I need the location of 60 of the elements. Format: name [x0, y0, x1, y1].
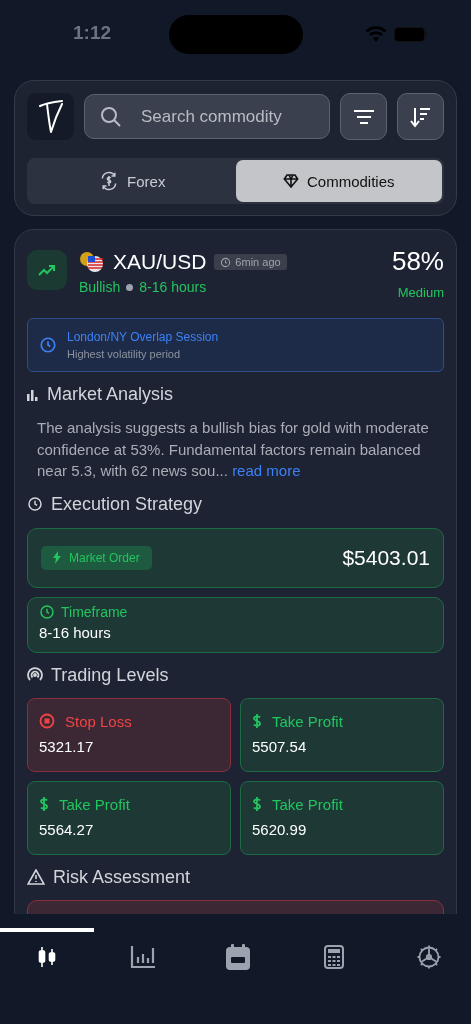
section-heading: Risk Assessment: [53, 866, 191, 888]
calendar-icon: [226, 944, 250, 970]
clock-icon: [39, 603, 55, 620]
stop-icon: [39, 713, 55, 729]
direction-label: Bullish: [79, 279, 121, 295]
confidence-value: 58%: [391, 246, 444, 277]
candlestick-icon: [38, 946, 56, 968]
timeframe-label: Timeframe: [61, 603, 128, 620]
level-label: Stop Loss: [65, 712, 132, 730]
search-field[interactable]: Search commodity: [84, 94, 330, 139]
clock-icon: [27, 496, 43, 512]
level-value: 5564.27: [39, 820, 95, 838]
trend-up-icon: [27, 250, 67, 290]
sort-icon: [409, 105, 432, 128]
segment-tab[interactable]: Forex: [29, 160, 236, 202]
wifi-icon: [365, 26, 387, 43]
symbol-title: XAU/USD: [113, 250, 207, 274]
search-icon: [99, 104, 123, 129]
filter-icon: [352, 109, 375, 124]
app-logo: [27, 93, 74, 140]
level-value: 5321.17: [39, 737, 95, 755]
level-value: 5507.54: [252, 737, 308, 755]
time-badge: 6min ago: [214, 254, 287, 270]
timeframe-value: 8-16 hours: [39, 623, 112, 641]
lightning-icon: [53, 551, 61, 564]
clock-icon: [220, 256, 232, 268]
warning-icon: [27, 869, 45, 885]
battery-icon: [394, 27, 428, 42]
diamond-icon: [283, 173, 299, 189]
session-subtitle: Highest volatility period: [67, 348, 182, 360]
analysis-text: The analysis suggests a bullish bias for gold with moderate confidence at 53%. Fundamental factors remain balanced near 5.3, with 62 news sou... read more: [37, 418, 430, 481]
session-title: London/NY Overlap Session: [67, 330, 219, 344]
level-value: 5620.99: [252, 820, 308, 838]
section-heading: Market Analysis: [47, 384, 174, 405]
dollar-icon: [252, 796, 262, 812]
price-value: $5403.01: [342, 545, 430, 570]
bar-chart-icon: [27, 388, 39, 401]
nav-tab[interactable]: [223, 942, 253, 972]
duration-label: 8-16 hours: [139, 279, 207, 295]
sort-button[interactable]: [397, 93, 444, 140]
section-heading: Trading Levels: [51, 664, 169, 686]
bar-chart-icon: [129, 945, 156, 969]
clock-icon: [39, 336, 57, 354]
separator-dot: [126, 283, 134, 291]
calculator-icon: [323, 945, 344, 969]
filter-button[interactable]: [340, 93, 387, 140]
settings-icon: [416, 944, 442, 970]
confidence-level: Medium: [397, 285, 444, 300]
section-heading: Execution Strategy: [51, 493, 203, 515]
flag-icon: [79, 251, 105, 273]
status-time: 1:12: [73, 22, 112, 44]
order-type-badge: Market Order: [41, 545, 152, 570]
level-label: Take Profit: [272, 795, 343, 813]
dollar-icon: [252, 713, 262, 729]
dollar-icon: [39, 796, 49, 812]
segment-tab[interactable]: Commodities: [235, 160, 442, 202]
read-more-link[interactable]: read more: [232, 462, 301, 479]
level-label: Take Profit: [59, 795, 130, 813]
level-label: Take Profit: [272, 712, 343, 730]
signal-icon: [27, 667, 43, 683]
